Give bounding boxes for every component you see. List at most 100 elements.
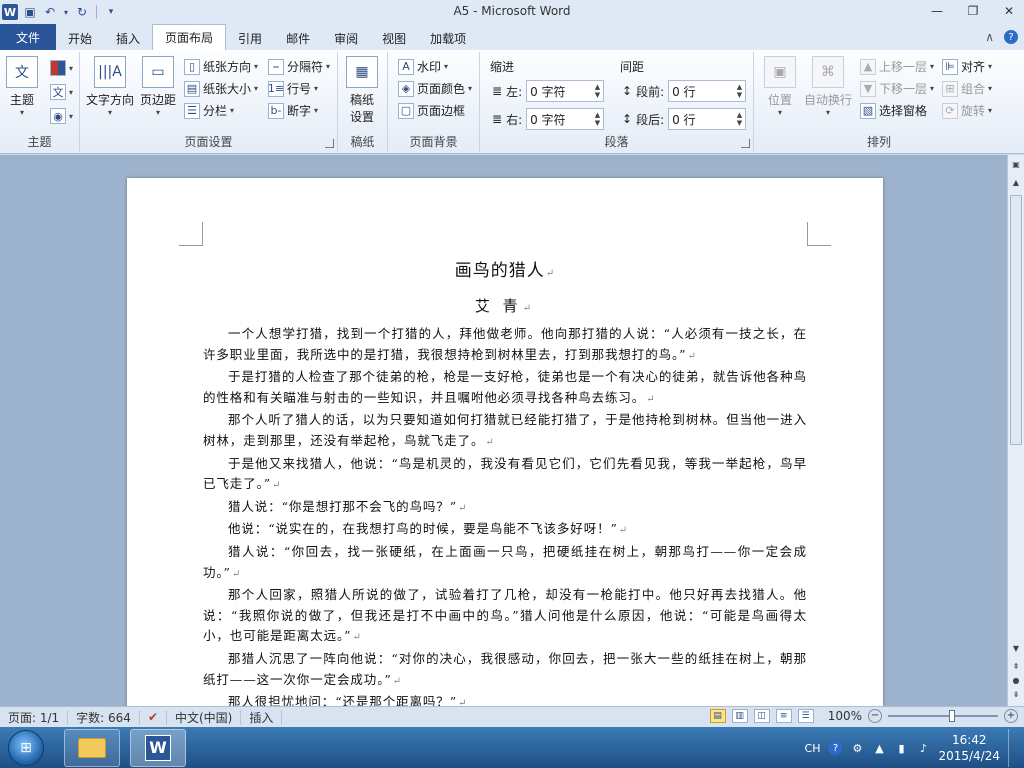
- draft-paper-label-2: 设置: [349, 110, 374, 124]
- status-word-count[interactable]: 字数: 664: [68, 709, 140, 725]
- page-color-button[interactable]: ◈ 页面颜色 ▾: [398, 80, 472, 97]
- send-backward-button[interactable]: ▼ 下移一层 ▾: [860, 80, 934, 97]
- outline-view-icon[interactable]: ≡: [775, 709, 792, 723]
- tab-page-layout[interactable]: 页面布局: [152, 24, 227, 50]
- zoom-slider[interactable]: [888, 710, 998, 722]
- taskbar-explorer[interactable]: [64, 728, 120, 767]
- orientation-button[interactable]: ▯ 纸张方向 ▾: [184, 58, 258, 75]
- close-icon[interactable]: ✕: [998, 2, 1020, 20]
- size-button[interactable]: ▤ 纸张大小 ▾: [184, 80, 258, 97]
- page-borders-button[interactable]: ▢ 页面边框: [398, 102, 465, 119]
- align-button[interactable]: ⊫ 对齐 ▾: [942, 58, 992, 75]
- rotate-icon: ⟳: [942, 102, 958, 119]
- spacing-after-input[interactable]: 0 行 ▲ ▼: [668, 108, 747, 130]
- ribbon-right-controls: ∧ ?: [985, 30, 1018, 44]
- undo-dropdown-icon[interactable]: ▾: [62, 4, 70, 20]
- zoom-out-icon[interactable]: −: [868, 709, 882, 723]
- proofing-icon[interactable]: ✔: [140, 709, 167, 725]
- show-desktop-button[interactable]: [1008, 729, 1018, 767]
- columns-button[interactable]: ☰ 分栏 ▾: [184, 102, 234, 119]
- draft-paper-button[interactable]: ▦ 稿纸 设置: [346, 56, 378, 125]
- network-icon[interactable]: ▮: [894, 741, 908, 755]
- tab-file[interactable]: 文件: [0, 24, 56, 50]
- folder-icon: [78, 737, 106, 758]
- group-objects-button[interactable]: ⊞ 组合 ▾: [942, 80, 992, 97]
- wrap-text-icon: ⌘: [812, 56, 844, 88]
- tab-addins[interactable]: 加载项: [418, 26, 478, 50]
- scroll-thumb[interactable]: [1010, 195, 1022, 445]
- scroll-up-icon[interactable]: ▲: [1008, 175, 1024, 189]
- text-direction-button[interactable]: |||A 文字方向 ▾: [86, 56, 134, 117]
- ime-indicator[interactable]: CH: [805, 742, 821, 755]
- vertical-scrollbar[interactable]: ▣ ▲ ▼ ⇞ ● ⇟: [1007, 155, 1024, 706]
- group-draft-paper-label: 稿纸: [350, 135, 375, 149]
- status-language[interactable]: 中文(中国): [167, 709, 242, 725]
- full-screen-reading-view-icon[interactable]: ▥: [731, 709, 748, 723]
- minimize-ribbon-icon[interactable]: ∧: [985, 30, 994, 44]
- spacing-before-input[interactable]: 0 行 ▲ ▼: [668, 80, 747, 102]
- redo-icon[interactable]: ↻: [74, 4, 90, 20]
- indent-right-input[interactable]: 0 字符 ▲ ▼: [526, 108, 605, 130]
- taskbar-word[interactable]: W: [130, 728, 186, 767]
- zoom-in-icon[interactable]: +: [1004, 709, 1018, 723]
- start-button-icon[interactable]: ⊞: [8, 729, 44, 766]
- volume-icon[interactable]: ♪: [916, 741, 930, 755]
- document-paragraph: 那猎人沉思了一阵向他说：“对你的决心，我很感动，你回去，把一张大一些的纸挂在树上…: [203, 650, 807, 687]
- theme-effects-button[interactable]: ◉ ▾: [50, 108, 73, 124]
- document-body[interactable]: 画鸟的猎人↵ 艾 青↵ 一个人想学打猎，找到一个打猎的人，拜他做老师。他向那打猎…: [203, 256, 807, 706]
- document-paragraph: 那个人听了猎人的话，以为只要知道如何打猎就已经能打猎了，于是他持枪到树林。但当他…: [203, 412, 807, 448]
- line-numbers-label: 行号: [287, 82, 312, 96]
- themes-icon: 文: [6, 56, 38, 88]
- minimize-icon[interactable]: —: [926, 2, 948, 20]
- ime-options-icon[interactable]: ⚙: [850, 741, 864, 755]
- tab-home[interactable]: 开始: [56, 26, 104, 50]
- draft-view-icon[interactable]: ☰: [797, 709, 814, 723]
- ruler-toggle-icon[interactable]: ▣: [1008, 157, 1024, 171]
- zoom-level[interactable]: 100%: [828, 709, 862, 723]
- hyphenation-button[interactable]: b- 断字 ▾: [268, 102, 318, 119]
- taskbar-clock[interactable]: 16:42 2015/4/24: [938, 732, 1000, 764]
- status-insert-mode[interactable]: 插入: [241, 709, 283, 725]
- ime-help-icon[interactable]: ?: [828, 741, 843, 755]
- show-hidden-icons-icon[interactable]: ▲: [872, 741, 886, 755]
- breaks-button[interactable]: ⎯ 分隔符 ▾: [268, 58, 330, 75]
- themes-button[interactable]: 文 主题 ▾: [6, 56, 38, 117]
- rotate-button[interactable]: ⟳ 旋转 ▾: [942, 102, 992, 119]
- save-icon[interactable]: ▣: [22, 4, 38, 20]
- tab-references[interactable]: 引用: [226, 26, 274, 50]
- help-icon[interactable]: ?: [1004, 30, 1018, 44]
- bring-forward-button[interactable]: ▲ 上移一层 ▾: [860, 58, 934, 75]
- watermark-icon: A: [398, 58, 414, 75]
- indent-left-input[interactable]: 0 字符 ▲ ▼: [526, 80, 605, 102]
- watermark-button[interactable]: A 水印 ▾: [398, 58, 448, 75]
- line-numbers-button[interactable]: 1≡ 行号 ▾: [268, 80, 318, 97]
- next-page-icon[interactable]: ⇟: [1008, 687, 1024, 701]
- system-tray: CH ? ⚙ ▲ ▮ ♪ 16:42 2015/4/24: [805, 729, 1018, 767]
- theme-fonts-button[interactable]: 文 ▾: [50, 84, 73, 100]
- web-layout-view-icon[interactable]: ◫: [753, 709, 770, 723]
- margins-button[interactable]: ▭ 页边距 ▾: [140, 56, 176, 117]
- wrap-text-button[interactable]: ⌘ 自动换行 ▾: [804, 56, 852, 117]
- tab-insert[interactable]: 插入: [104, 26, 152, 50]
- title-bar: W ▣ ↶ ▾ ↻ ▾ A5 - Microsoft Word — ❐ ✕: [0, 0, 1024, 24]
- selection-pane-button[interactable]: ▧ 选择窗格: [860, 102, 927, 119]
- theme-colors-button[interactable]: ▾: [50, 60, 73, 76]
- tab-view[interactable]: 视图: [370, 26, 418, 50]
- status-page-count[interactable]: 页面: 1/1: [0, 709, 69, 725]
- tab-review[interactable]: 审阅: [322, 26, 370, 50]
- zoom-slider-thumb[interactable]: [949, 710, 955, 722]
- browse-object-icon[interactable]: ●: [1008, 673, 1024, 687]
- scroll-down-icon[interactable]: ▼: [1008, 641, 1024, 655]
- previous-page-icon[interactable]: ⇞: [1008, 659, 1024, 673]
- restore-icon[interactable]: ❐: [962, 2, 984, 20]
- document-page[interactable]: 画鸟的猎人↵ 艾 青↵ 一个人想学打猎，找到一个打猎的人，拜他做老师。他向那打猎…: [127, 178, 883, 706]
- print-layout-view-icon[interactable]: ▤: [709, 709, 726, 723]
- word-app-icon[interactable]: W: [2, 4, 18, 20]
- customize-qat-icon[interactable]: ▾: [103, 4, 119, 20]
- document-workspace[interactable]: 画鸟的猎人↵ 艾 青↵ 一个人想学打猎，找到一个打猎的人，拜他做老师。他向那打猎…: [0, 155, 1007, 706]
- undo-icon[interactable]: ↶: [42, 4, 58, 20]
- tab-mailings[interactable]: 邮件: [274, 26, 322, 50]
- position-button[interactable]: ▣ 位置 ▾: [764, 56, 796, 117]
- paragraph-launcher-icon[interactable]: .: [741, 139, 750, 148]
- page-setup-launcher-icon[interactable]: .: [325, 139, 334, 148]
